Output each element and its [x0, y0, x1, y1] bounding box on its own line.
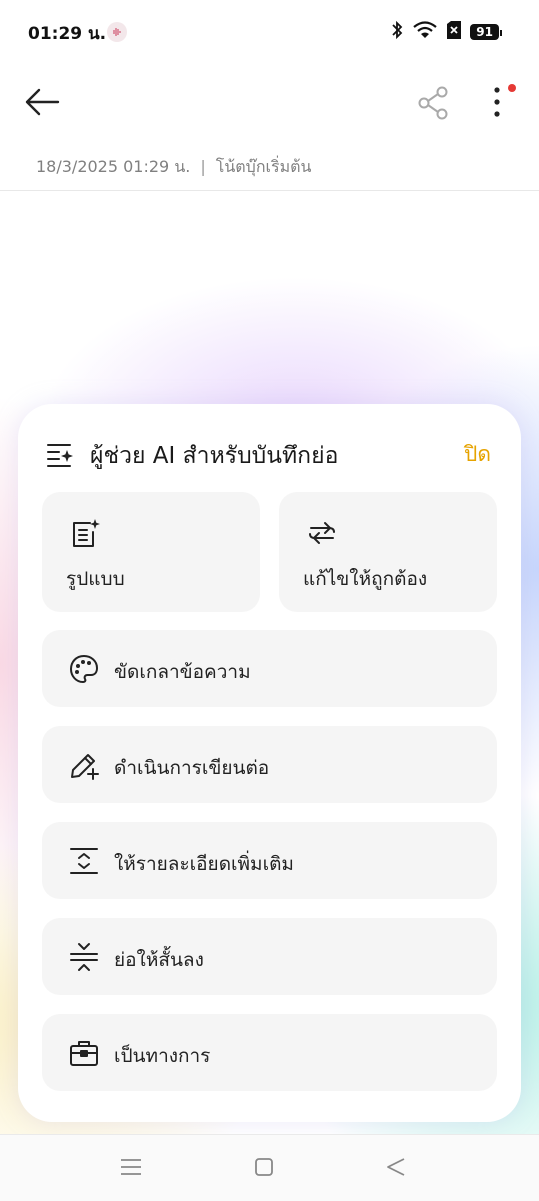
- action-continue-writing[interactable]: ดำเนินการเขียนต่อ: [42, 726, 497, 803]
- action-polish[interactable]: ขัดเกลาข้อความ: [42, 630, 497, 707]
- ai-sparkle-list-icon: [46, 440, 76, 470]
- battery-indicator: 91: [470, 24, 502, 40]
- sim-off-icon: [446, 20, 462, 44]
- wifi-icon: [412, 20, 438, 44]
- back-button[interactable]: [22, 84, 62, 120]
- status-icons: 91: [390, 20, 502, 44]
- notebook-name[interactable]: โน้ตบุ๊กเริ่มต้น: [216, 157, 312, 176]
- swap-arrows-icon: [307, 518, 337, 548]
- notification-dot: [508, 84, 516, 92]
- action-formal[interactable]: เป็นทางการ: [42, 1014, 497, 1091]
- more-options-button[interactable]: [484, 84, 516, 122]
- more-vertical-icon: [494, 87, 500, 117]
- share-icon: [418, 86, 448, 120]
- share-button[interactable]: [414, 84, 452, 122]
- action-label: รูปแบบ: [66, 568, 125, 590]
- recents-button[interactable]: [119, 1155, 143, 1179]
- format-document-icon: [70, 518, 100, 548]
- top-app-bar: [0, 70, 539, 134]
- action-elaborate[interactable]: ให้รายละเอียดเพิ่มเติม: [42, 822, 497, 899]
- close-button[interactable]: ปิด: [464, 438, 491, 471]
- action-label: เป็นทางการ: [114, 1045, 211, 1067]
- expand-icon: [68, 845, 98, 875]
- status-bar: 01:29 น. 91: [0, 0, 539, 64]
- bluetooth-icon: [390, 20, 404, 44]
- action-correct[interactable]: แก้ไขให้ถูกต้อง: [279, 492, 497, 612]
- palette-icon: [68, 653, 99, 684]
- recording-indicator-icon: [107, 22, 127, 42]
- panel-title: ผู้ช่วย AI สำหรับบันทึกย่อ: [90, 443, 339, 469]
- action-label: แก้ไขให้ถูกต้อง: [303, 568, 428, 590]
- square-icon: [255, 1158, 273, 1176]
- action-label: ให้รายละเอียดเพิ่มเติม: [114, 853, 294, 875]
- action-format[interactable]: รูปแบบ: [42, 492, 260, 612]
- action-shorten[interactable]: ย่อให้สั้นลง: [42, 918, 497, 995]
- status-time: 01:29 น.: [28, 24, 107, 44]
- back-nav-button[interactable]: [384, 1155, 408, 1179]
- arrow-left-icon: [25, 88, 60, 116]
- action-label: ย่อให้สั้นลง: [114, 949, 204, 971]
- meta-separator: |: [200, 157, 206, 176]
- action-label: ขัดเกลาข้อความ: [114, 661, 251, 683]
- triangle-back-icon: [387, 1158, 405, 1176]
- home-button[interactable]: [252, 1155, 276, 1179]
- note-meta: 18/3/2025 01:29 น. | โน้ตบุ๊กเริ่มต้น: [36, 155, 311, 180]
- action-label: ดำเนินการเขียนต่อ: [114, 757, 270, 779]
- briefcase-icon: [68, 1037, 98, 1067]
- note-date: 18/3/2025 01:29 น.: [36, 157, 191, 176]
- ai-assistant-panel: ผู้ช่วย AI สำหรับบันทึกย่อ ปิด รูปแบบ แก…: [18, 404, 521, 1122]
- menu-lines-icon: [121, 1159, 141, 1175]
- collapse-icon: [68, 941, 98, 971]
- pencil-plus-icon: [68, 749, 99, 780]
- system-nav-bar: [0, 1134, 539, 1201]
